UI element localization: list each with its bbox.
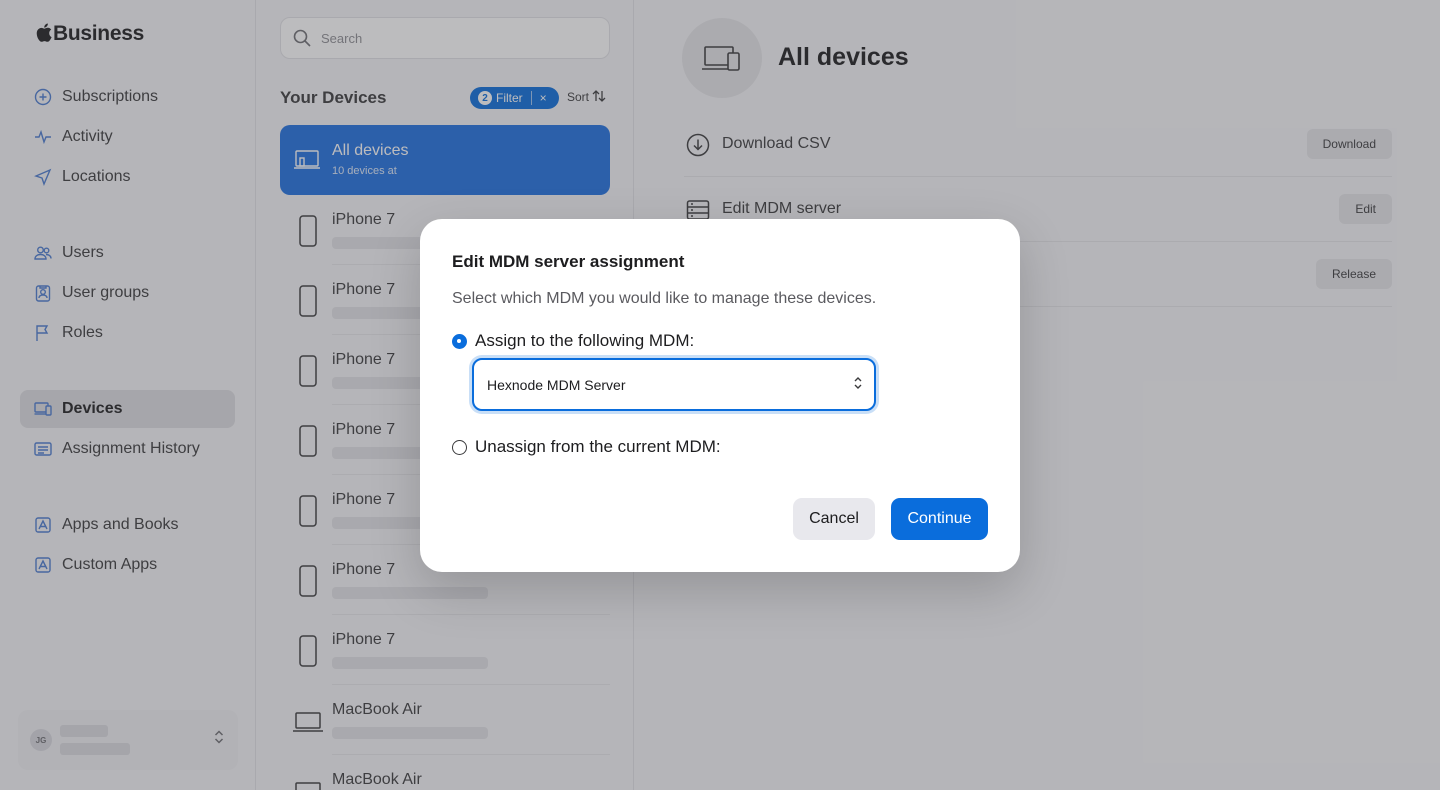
unassign-radio[interactable] xyxy=(452,439,467,455)
dialog-description: Select which MDM you would like to manag… xyxy=(452,290,877,307)
selected-mdm-value: Hexnode MDM Server xyxy=(487,376,626,393)
unassign-mdm-option[interactable]: Unassign from the current MDM: xyxy=(452,437,721,457)
chevron-up-down-icon xyxy=(854,377,862,389)
assign-mdm-option[interactable]: Assign to the following MDM: xyxy=(452,331,694,351)
assign-option-label: Assign to the following MDM: xyxy=(475,331,695,350)
continue-button[interactable]: Continue xyxy=(891,498,988,540)
assign-radio[interactable] xyxy=(452,333,467,349)
dialog-title: Edit MDM server assignment xyxy=(452,252,685,271)
cancel-button[interactable]: Cancel xyxy=(793,498,875,540)
mdm-server-select[interactable]: Hexnode MDM Server xyxy=(472,358,876,411)
unassign-option-label: Unassign from the current MDM: xyxy=(475,437,721,456)
edit-mdm-dialog: Edit MDM server assignment Select which … xyxy=(420,219,1020,572)
